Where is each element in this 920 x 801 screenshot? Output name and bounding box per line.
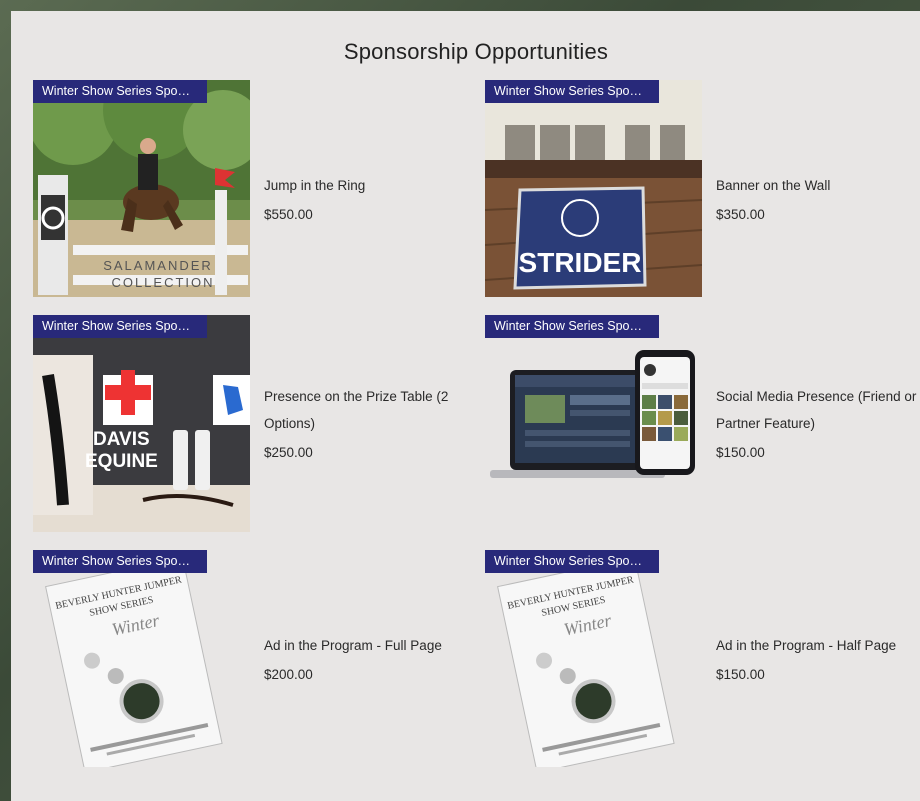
product-price: $200.00 — [264, 667, 313, 682]
content-panel: Sponsorship Opportunities SALAMANDER COL… — [11, 11, 920, 801]
product-card[interactable]: BEVERLY HUNTER JUMPER SHOW SERIES Winter… — [485, 550, 920, 770]
product-card[interactable]: STRIDER Winter Show Series Spo… Banner o… — [485, 80, 920, 300]
product-card[interactable]: SALAMANDER COLLECTION Winter Show Series… — [33, 80, 473, 300]
product-price: $150.00 — [716, 445, 765, 460]
product-card[interactable]: BEVERLY HUNTER JUMPER SHOW SERIES Winter… — [33, 550, 473, 770]
product-price: $550.00 — [264, 207, 313, 222]
product-name[interactable]: Banner on the Wall — [716, 172, 920, 199]
program-booklet-image: BEVERLY HUNTER JUMPER SHOW SERIES Winter — [45, 556, 223, 767]
banner-photo: STRIDER — [485, 80, 702, 297]
product-info: Ad in the Program - Full Page $200.00 — [264, 632, 474, 688]
product-name[interactable]: Presence on the Prize Table (2 Options) — [264, 383, 474, 437]
product-image[interactable]: SALAMANDER COLLECTION Winter Show Series… — [33, 80, 250, 297]
social-media-devices-image — [490, 350, 695, 478]
product-card[interactable]: Winter Show Series Spo… Social Media Pre… — [485, 315, 920, 535]
product-price: $250.00 — [264, 445, 313, 460]
product-info: Presence on the Prize Table (2 Options) … — [264, 383, 474, 466]
category-ribbon: Winter Show Series Spo… — [485, 315, 659, 338]
product-image[interactable]: STRIDER Winter Show Series Spo… — [485, 80, 702, 297]
page-title: Sponsorship Opportunities — [343, 39, 609, 64]
product-name[interactable]: Ad in the Program - Half Page — [716, 632, 920, 659]
product-info: Banner on the Wall $350.00 — [716, 172, 920, 228]
svg-text:SALAMANDER: SALAMANDER — [103, 258, 213, 273]
category-ribbon: Winter Show Series Spo… — [33, 80, 207, 103]
svg-text:EQUINE: EQUINE — [85, 451, 158, 472]
product-image[interactable]: BEVERLY HUNTER JUMPER SHOW SERIES Winter… — [33, 550, 250, 767]
product-name[interactable]: Jump in the Ring — [264, 172, 474, 199]
prize-table-photo: DAVIS EQUINE — [33, 315, 250, 532]
product-image[interactable]: Winter Show Series Spo… — [485, 315, 702, 532]
product-card[interactable]: DAVIS EQUINE Winter Show Series Spo… Pre… — [33, 315, 473, 535]
program-booklet-image: BEVERLY HUNTER JUMPER SHOW SERIES Winter — [497, 556, 675, 767]
product-info: Social Media Presence (Friend or Partner… — [716, 383, 920, 466]
category-ribbon: Winter Show Series Spo… — [33, 550, 207, 573]
category-ribbon: Winter Show Series Spo… — [485, 80, 659, 103]
product-image[interactable]: DAVIS EQUINE Winter Show Series Spo… — [33, 315, 250, 532]
svg-text:STRIDER: STRIDER — [519, 247, 642, 278]
product-name[interactable]: Ad in the Program - Full Page — [264, 632, 474, 659]
product-price: $350.00 — [716, 207, 765, 222]
product-info: Ad in the Program - Half Page $150.00 — [716, 632, 920, 688]
svg-text:DAVIS: DAVIS — [93, 429, 150, 450]
svg-text:COLLECTION: COLLECTION — [111, 275, 214, 290]
product-image[interactable]: BEVERLY HUNTER JUMPER SHOW SERIES Winter… — [485, 550, 702, 767]
product-price: $150.00 — [716, 667, 765, 682]
category-ribbon: Winter Show Series Spo… — [33, 315, 207, 338]
category-ribbon: Winter Show Series Spo… — [485, 550, 659, 573]
product-info: Jump in the Ring $550.00 — [264, 172, 474, 228]
product-name[interactable]: Social Media Presence (Friend or Partner… — [716, 383, 920, 437]
horse-jump-photo: SALAMANDER COLLECTION — [33, 80, 250, 297]
